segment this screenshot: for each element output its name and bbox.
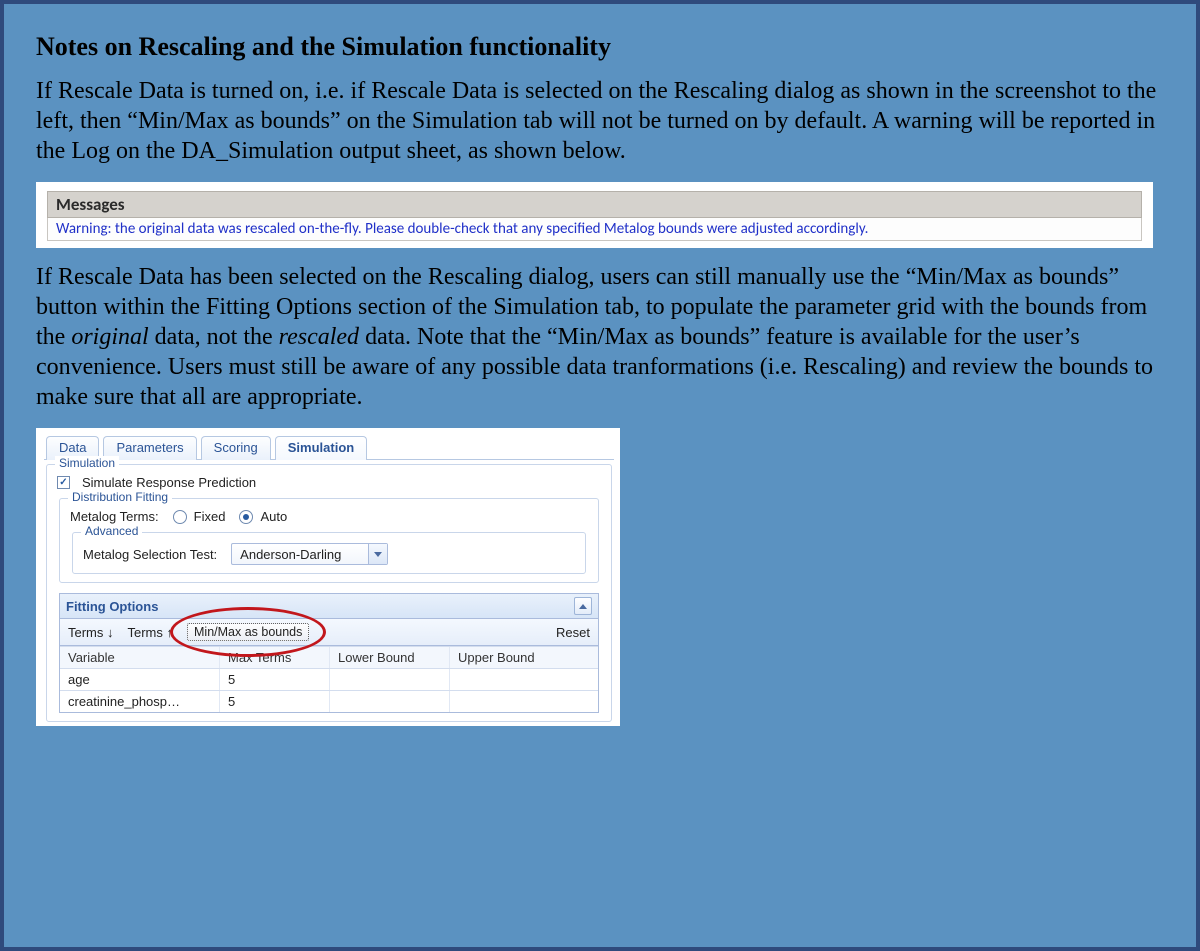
chevron-down-icon <box>374 552 382 557</box>
cell-max-terms[interactable]: 5 <box>220 691 330 712</box>
table-row[interactable]: age 5 <box>60 668 598 690</box>
selection-test-label: Metalog Selection Test: <box>83 547 217 562</box>
tab-scoring[interactable]: Scoring <box>201 436 271 460</box>
check-icon: ✓ <box>59 478 67 488</box>
group-advanced-legend: Advanced <box>81 524 142 538</box>
group-distribution-fitting: Distribution Fitting Metalog Terms: Fixe… <box>59 498 599 583</box>
terms-decrease-button[interactable]: Terms ↓ <box>68 625 114 640</box>
terms-increase-button[interactable]: Terms ↑ <box>128 625 174 640</box>
messages-header: Messages <box>47 191 1142 218</box>
paragraph-1: If Rescale Data is turned on, i.e. if Re… <box>36 76 1164 166</box>
simulate-response-label: Simulate Response Prediction <box>82 475 256 490</box>
cell-upper-bound[interactable] <box>450 691 570 712</box>
cell-lower-bound[interactable] <box>330 691 450 712</box>
collapse-button[interactable] <box>574 597 592 615</box>
cell-max-terms[interactable]: 5 <box>220 669 330 690</box>
group-simulation-legend: Simulation <box>55 456 119 470</box>
group-distribution-legend: Distribution Fitting <box>68 490 172 504</box>
tab-strip: Data Parameters Scoring Simulation <box>44 436 614 460</box>
metalog-auto-radio[interactable] <box>239 510 253 524</box>
cell-variable: age <box>60 669 220 690</box>
chevron-up-icon <box>579 604 587 609</box>
fitting-options-title: Fitting Options <box>66 599 158 614</box>
emphasis-original: original <box>71 324 148 350</box>
para2-text-b: data, not the <box>149 324 279 350</box>
metalog-fixed-radio[interactable] <box>173 510 187 524</box>
select-dropdown-button[interactable] <box>368 544 387 564</box>
metalog-auto-label: Auto <box>260 509 287 524</box>
col-upper-bound: Upper Bound <box>450 647 570 668</box>
tab-simulation[interactable]: Simulation <box>275 436 367 460</box>
cell-variable: creatinine_phosp… <box>60 691 220 712</box>
fitting-options-toolbar: Terms ↓ Terms ↑ Min/Max as bounds Reset <box>59 619 599 646</box>
simulate-response-checkbox[interactable]: ✓ <box>57 476 70 489</box>
group-advanced: Advanced Metalog Selection Test: Anderso… <box>72 532 586 574</box>
messages-panel: Messages Warning: the original data was … <box>36 182 1153 248</box>
tab-body: Simulation ✓ Simulate Response Predictio… <box>44 459 614 722</box>
grid-header-row: Variable Max Terms Lower Bound Upper Bou… <box>60 646 598 668</box>
metalog-terms-label: Metalog Terms: <box>70 509 159 524</box>
group-simulation: Simulation ✓ Simulate Response Predictio… <box>46 464 612 722</box>
paragraph-2: If Rescale Data has been selected on the… <box>36 262 1164 412</box>
emphasis-rescaled: rescaled <box>279 324 359 350</box>
fitting-options-header[interactable]: Fitting Options <box>59 593 599 619</box>
cell-upper-bound[interactable] <box>450 669 570 690</box>
cell-lower-bound[interactable] <box>330 669 450 690</box>
col-variable: Variable <box>60 647 220 668</box>
selection-test-value: Anderson-Darling <box>232 547 368 562</box>
simulation-panel: Data Parameters Scoring Simulation Simul… <box>36 428 620 726</box>
col-lower-bound: Lower Bound <box>330 647 450 668</box>
min-max-as-bounds-button[interactable]: Min/Max as bounds <box>187 623 309 641</box>
document-page: Notes on Rescaling and the Simulation fu… <box>0 0 1200 951</box>
radio-dot-icon <box>243 514 249 520</box>
fitting-options-grid: Variable Max Terms Lower Bound Upper Bou… <box>59 646 599 713</box>
col-max-terms: Max Terms <box>220 647 330 668</box>
reset-button[interactable]: Reset <box>556 625 590 640</box>
selection-test-select[interactable]: Anderson-Darling <box>231 543 388 565</box>
section-title: Notes on Rescaling and the Simulation fu… <box>36 32 1164 62</box>
warning-message: Warning: the original data was rescaled … <box>47 218 1142 241</box>
metalog-fixed-label: Fixed <box>194 509 226 524</box>
table-row[interactable]: creatinine_phosp… 5 <box>60 690 598 712</box>
